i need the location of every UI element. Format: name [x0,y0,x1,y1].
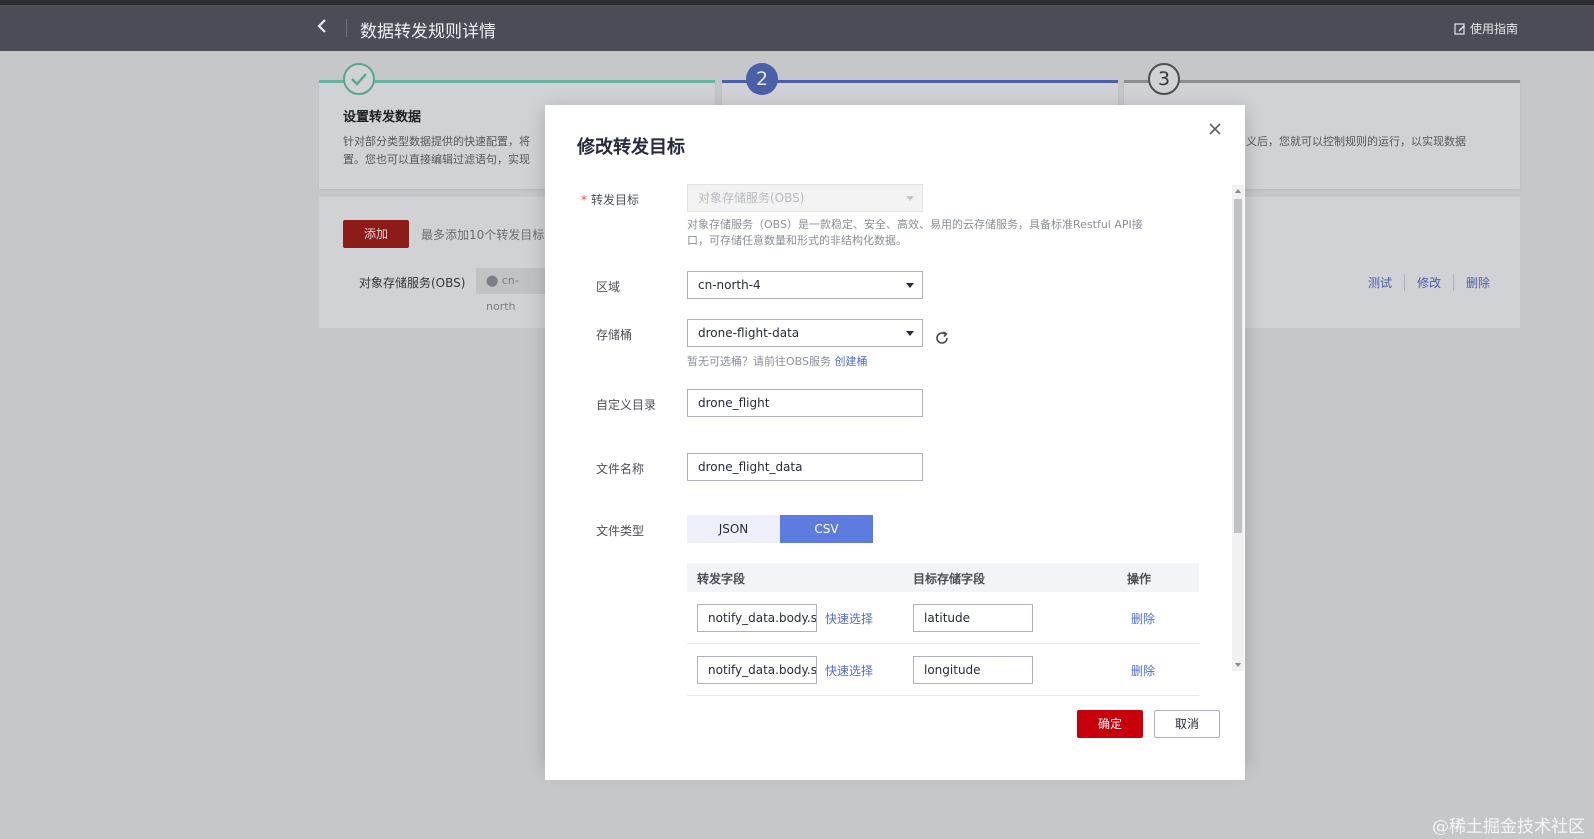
required-mark: * [581,193,587,207]
confirm-button[interactable]: 确定 [1077,710,1143,738]
filetype-label: 文件类型 [596,524,645,538]
test-link[interactable]: 测试 [1356,274,1404,291]
add-target-button[interactable]: 添加 [343,220,409,248]
dialog-title: 修改转发目标 [577,137,685,158]
bucket-hint: 暂无可选桶？请前往OBS服务 创建桶 [687,355,868,368]
chevron-down-icon [906,196,914,201]
create-bucket-link[interactable]: 创建桶 [835,355,868,368]
forward-field-input[interactable]: notify_data.body.se [697,656,817,684]
cancel-button[interactable]: 取消 [1154,710,1220,738]
column-header: 目标存储字段 [913,572,986,586]
delete-row-link[interactable]: 删除 [1131,662,1155,679]
back-arrow-icon[interactable] [316,17,336,41]
quick-select-link[interactable]: 快速选择 [825,610,873,627]
field-mapping-table: 转发字段 目标存储字段 操作 notify_data.body.se 快速选择 … [687,563,1199,696]
top-bar: 数据转发规则详情 使用指南 [0,0,1594,51]
target-row-label: 对象存储服务(OBS) [359,276,466,290]
user-guide-label: 使用指南 [1470,22,1519,36]
table-row: notify_data.body.se 快速选择 latitude 删除 [687,592,1199,644]
step-1-check-icon [343,63,375,95]
filetype-csv-option[interactable]: CSV [780,515,873,543]
target-field-input[interactable]: longitude [913,656,1033,684]
target-field-input[interactable]: latitude [913,604,1033,632]
target-row-actions: 测试 修改 删除 [1356,274,1502,291]
close-icon[interactable] [1207,121,1223,137]
bucket-label: 存储桶 [596,328,633,342]
delete-row-link[interactable]: 删除 [1131,610,1155,627]
scroll-down-icon[interactable] [1235,663,1241,667]
watermark: @稀土掘金技术社区 [1432,817,1585,837]
chevron-down-icon [906,331,914,336]
step-2-indicator: 2 [746,63,778,95]
target-help-text: 对象存储服务（OBS）是一款稳定、安全、高效、易用的云存储服务，具备标准Rest… [687,218,1143,247]
target-region-chip: ⬤ cn-north [476,268,546,313]
region-select[interactable]: cn-north-4 [687,271,923,299]
dialog-body: * 转发目标 对象存储服务(OBS) 对象存储服务（OBS）是一款稳定、安全、高效… [545,180,1245,780]
table-header: 转发字段 目标存储字段 操作 [687,563,1199,592]
column-header: 转发字段 [697,572,746,586]
delete-link[interactable]: 删除 [1453,274,1502,291]
filename-label: 文件名称 [596,462,645,476]
table-row: notify_data.body.se 快速选择 longitude 删除 [687,644,1199,696]
edit-target-dialog: 修改转发目标 * 转发目标 对象存储服务(OBS) 对象存储服务（OBS）是一款稳… [545,105,1245,780]
title-divider [346,19,347,37]
filetype-toggle: JSON CSV [687,515,873,543]
bucket-select[interactable]: drone-flight-data [687,319,923,347]
refresh-icon[interactable] [934,330,950,346]
edit-doc-icon [1454,22,1465,35]
directory-label: 自定义目录 [596,398,657,412]
user-guide-link[interactable]: 使用指南 [1454,20,1518,37]
scroll-up-icon[interactable] [1235,189,1241,193]
location-pin-icon: ⬤ [486,274,499,287]
step-1-description: 针对部分类型数据提供的快速配置，将 置。您也可以直接编辑过滤语句，实现 [343,135,530,166]
filename-input[interactable]: drone_flight_data [687,453,923,481]
filetype-json-option[interactable]: JSON [687,515,780,543]
step-1-title: 设置转发数据 [343,110,422,125]
directory-input[interactable]: drone_flight [687,389,923,417]
page-title: 数据转发规则详情 [360,22,496,42]
target-field-label: * 转发目标 [581,193,640,207]
scrollbar-thumb[interactable] [1234,199,1242,533]
add-target-hint: 最多添加10个转发目标 [421,228,545,242]
column-header: 操作 [1127,572,1152,586]
dialog-scrollbar[interactable] [1232,185,1244,671]
step-3-indicator: 3 [1148,63,1180,95]
forward-field-input[interactable]: notify_data.body.se [697,604,817,632]
chevron-down-icon [906,283,914,288]
region-label: 区域 [596,280,621,294]
step-3-description: 义后，您就可以控制规则的运行，以实现数据 [1246,135,1466,148]
edit-link[interactable]: 修改 [1404,274,1453,291]
scroll-mask [545,742,1245,780]
target-select: 对象存储服务(OBS) [687,184,923,212]
quick-select-link[interactable]: 快速选择 [825,662,873,679]
